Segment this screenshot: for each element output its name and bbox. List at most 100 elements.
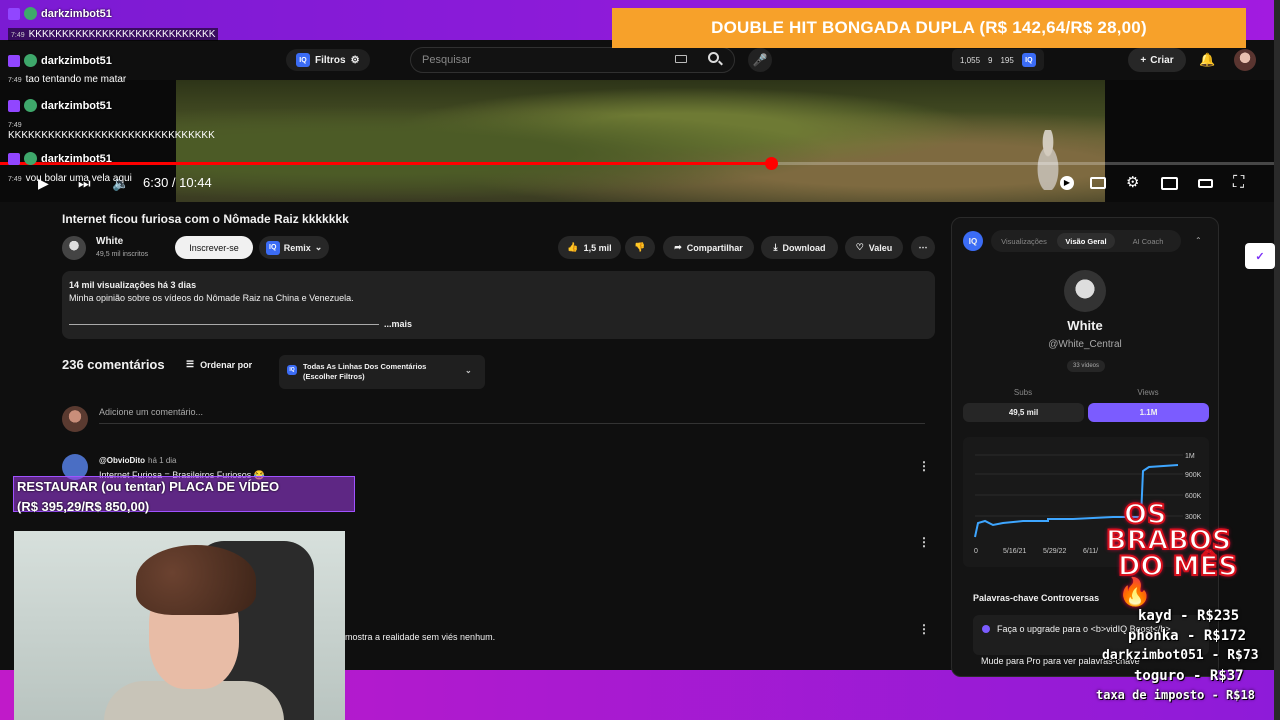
vidiq-icon: IQ <box>296 53 310 67</box>
chat-avatar <box>24 152 37 165</box>
miniplayer-icon[interactable] <box>1161 177 1178 190</box>
chat-user-label: darkzimbot51 <box>41 7 112 20</box>
chat-text: tao tentando me matar <box>25 74 127 85</box>
channel-name[interactable]: White <box>96 236 123 247</box>
share-icon: ➦ <box>674 242 682 252</box>
comment-filter-select[interactable]: IQ Todas As Linhas Dos Comentários (Esco… <box>279 355 485 389</box>
video-description[interactable]: 14 mil visualizações há 3 dias Minha opi… <box>62 271 935 339</box>
donor-rank-item: phonka - R$172 <box>1128 628 1247 644</box>
chat-time: 7:49 <box>8 122 22 129</box>
description-meta: 14 mil visualizações há 3 dias <box>69 280 197 290</box>
search-icon[interactable] <box>708 52 719 63</box>
donor-rank-item: taxa de imposto - R$18 <box>1096 688 1255 702</box>
like-count: 1,5 mil <box>583 242 612 253</box>
settings-icon[interactable]: ⚙ <box>1126 175 1139 190</box>
chat-message: 7:49 KKKKKKKKKKKKKKKKKKKKKKKKKKKKKKK <box>8 119 215 141</box>
sliders-icon: ⚙ <box>350 54 360 66</box>
chevron-down-icon: ⌄ <box>314 242 323 252</box>
tab-visao-geral[interactable]: Visão Geral <box>1057 233 1115 249</box>
chat-user-label: darkzimbot51 <box>41 152 112 165</box>
y-tick-label: 600K <box>1185 493 1202 500</box>
browser-scrollbar[interactable] <box>1274 0 1280 720</box>
comment-author-name: @ObvioDito <box>99 456 146 465</box>
chat-message: 7:49 tao tentando me matar <box>8 74 126 85</box>
vidiq-channel-name: White <box>1067 318 1103 333</box>
add-comment-input[interactable]: Adicione um comentário... <box>99 407 203 417</box>
subs-button[interactable]: 49,5 mil <box>963 403 1084 422</box>
download-button[interactable]: ⤓ Download <box>761 236 838 259</box>
avatar <box>62 406 88 432</box>
show-more-link[interactable]: ...mais <box>384 319 412 329</box>
channel-avatar[interactable] <box>62 236 86 260</box>
filtros-button[interactable]: IQ Filtros ⚙ <box>286 49 370 71</box>
fullscreen-icon[interactable]: ⛶ <box>1233 175 1244 191</box>
stat-value: 1,055 <box>960 55 981 65</box>
tab-ai-coach[interactable]: AI Coach <box>1119 233 1177 249</box>
comment-menu-icon[interactable]: ⋮ <box>918 623 930 635</box>
vidiq-icon: IQ <box>1021 53 1036 67</box>
chat-time: 7:49 <box>8 77 22 84</box>
vidiq-stats-pill[interactable]: 1,055 9 195 IQ <box>952 49 1044 71</box>
subs-label: Subs <box>1013 388 1033 397</box>
chevron-up-icon[interactable]: ⌃ <box>1195 236 1202 245</box>
channel-avatar <box>1064 270 1106 312</box>
bell-icon[interactable]: 🔔 <box>1199 52 1215 68</box>
subtitles-icon[interactable] <box>1090 177 1106 189</box>
comment-menu-icon[interactable]: ⋮ <box>918 536 930 548</box>
chevron-down-icon: ⌄ <box>465 366 472 375</box>
create-button[interactable]: + Criar <box>1128 48 1186 72</box>
heart-icon: ♡ <box>855 242 864 252</box>
video-frame[interactable] <box>176 80 1105 202</box>
extension-logo[interactable]: ✓ <box>1245 243 1275 269</box>
channel-subscribers: 49,5 mil inscritos <box>96 251 149 258</box>
plus-icon: + <box>1140 54 1147 66</box>
avatar[interactable] <box>1234 49 1256 71</box>
goal-line-1: RESTAURAR (ou tentar) PLACA DE VÍDEO <box>17 479 280 494</box>
twitch-icon <box>8 152 20 165</box>
keyboard-icon[interactable] <box>675 55 687 63</box>
progress-bar[interactable] <box>0 157 1274 170</box>
sort-button[interactable]: ☰ Ordenar por <box>186 359 252 370</box>
thumbs-down-icon: 👎 <box>634 242 646 252</box>
webcam-hair <box>136 545 256 615</box>
chat-avatar <box>24 7 37 20</box>
chat-username: darkzimbot51 <box>8 99 112 112</box>
autoplay-toggle[interactable]: ▶ <box>1060 176 1074 190</box>
vidiq-tabs: Visualizações Visão Geral AI Coach <box>991 230 1181 252</box>
webcam-feed <box>14 531 345 720</box>
comment-menu-icon[interactable]: ⋮ <box>918 460 930 472</box>
remix-button[interactable]: IQ Remix ⌄ <box>259 236 329 259</box>
stream-screen: IQ Filtros ⚙ Pesquisar 🎤 1,055 9 195 IQ … <box>0 0 1280 720</box>
chat-username: darkzimbot51 <box>8 152 112 165</box>
progress-scrubber[interactable] <box>764 157 778 170</box>
time-display: 6:30 / 10:44 <box>143 175 212 190</box>
y-tick-label: 1M <box>1185 453 1195 460</box>
tab-visualizacoes[interactable]: Visualizações <box>995 233 1053 249</box>
more-actions-button[interactable]: ⋯ <box>911 236 935 259</box>
thanks-button[interactable]: ♡ Valeu <box>845 236 903 259</box>
create-label: Criar <box>1150 54 1174 66</box>
controversial-keywords-title: Palavras-chave Controversas <box>973 593 1100 603</box>
theater-mode-icon[interactable] <box>1198 179 1213 188</box>
vidiq-icon: IQ <box>287 365 297 375</box>
vidiq-icon: IQ <box>265 240 280 255</box>
donation-goal-banner: DOUBLE HIT BONGADA DUPLA (R$ 142,64/R$ 2… <box>612 8 1246 48</box>
microphone-icon[interactable]: 🎤 <box>748 48 772 72</box>
views-button[interactable]: 1.1M <box>1088 403 1209 422</box>
donor-rank-item: kayd - R$235 <box>1138 608 1240 624</box>
share-button[interactable]: ➦ Compartilhar <box>663 236 754 259</box>
chat-text: KKKKKKKKKKKKKKKKKKKKKKKKKKKKKKK <box>8 130 215 141</box>
download-label: Download <box>782 242 826 253</box>
subscribe-button[interactable]: Inscrever-se <box>175 236 253 259</box>
stream-goal-overlay: RESTAURAR (ou tentar) PLACA DE VÍDEO (R$… <box>13 476 355 514</box>
comment-filter-label: Todas As Linhas Dos Comentários (Escolhe… <box>303 362 427 381</box>
dislike-button[interactable]: 👎 <box>625 236 655 259</box>
like-button[interactable]: 👍 1,5 mil <box>558 236 621 259</box>
chat-time: 7:49 <box>11 32 25 39</box>
twitch-icon <box>8 7 20 20</box>
twitch-icon <box>8 99 20 112</box>
chat-username: darkzimbot51 <box>8 54 112 67</box>
comment-time: há 1 dia <box>148 456 177 465</box>
comment-author[interactable]: @ObvioDito há 1 dia <box>99 456 177 465</box>
comments-count: 236 comentários <box>62 357 165 372</box>
